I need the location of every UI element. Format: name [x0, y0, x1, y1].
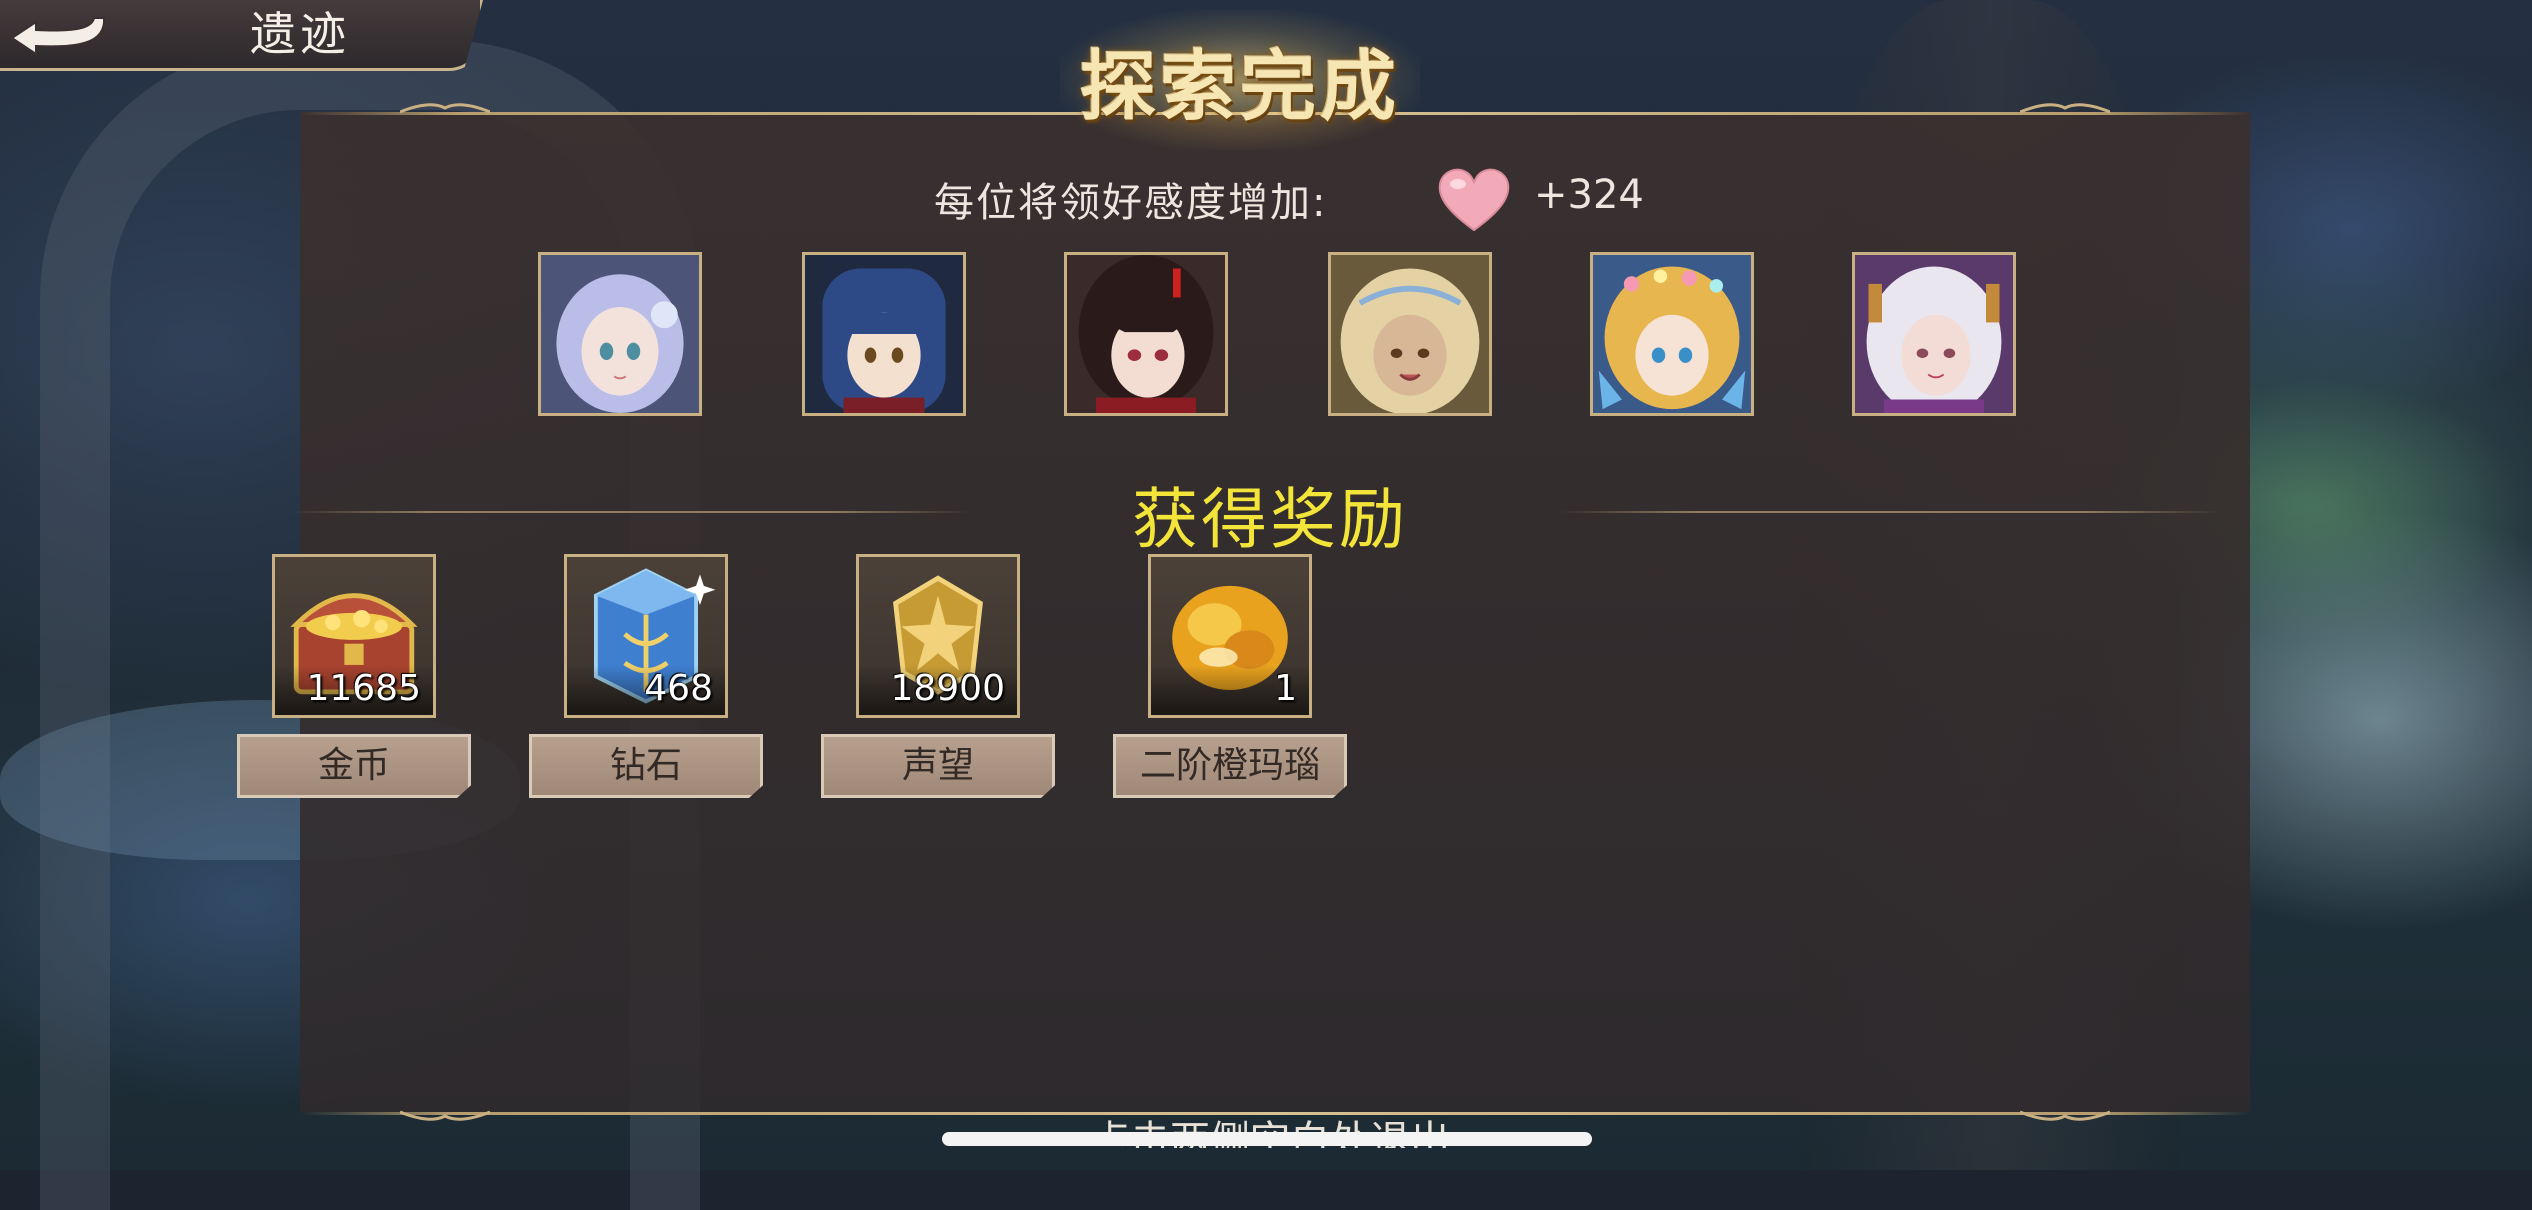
ornament-icon [2020, 1110, 2110, 1121]
favor-label: 每位将领好感度增加: [934, 180, 1328, 226]
ornament-icon [2020, 103, 2110, 114]
hero-portrait[interactable] [1328, 252, 1492, 416]
hero-portrait-icon [1067, 255, 1225, 413]
hero-portrait-icon [1331, 255, 1489, 413]
hero-portrait-icon [541, 255, 699, 413]
nav-title: 遗迹 [250, 7, 350, 61]
reward-count: 18900 [890, 668, 1005, 709]
hero-portrait-icon [1855, 255, 2013, 413]
ornament-icon [400, 103, 490, 114]
reward-label: 声望 [821, 734, 1055, 798]
reward-item-agate[interactable]: 1 [1148, 554, 1312, 718]
title-banner: 探索完成 [1040, 20, 1440, 140]
heart-icon [1438, 168, 1510, 232]
hero-portrait[interactable] [1064, 252, 1228, 416]
hero-portrait[interactable] [1590, 252, 1754, 416]
divider-left [290, 511, 970, 513]
reward-count: 468 [644, 668, 713, 709]
ornament-icon [400, 1110, 490, 1121]
back-arrow-icon [10, 17, 106, 56]
reward-label: 二阶橙玛瑙 [1113, 734, 1347, 798]
reward-item-diamond[interactable]: 468 [564, 554, 728, 718]
reward-item-gold[interactable]: 11685 [272, 554, 436, 718]
back-button[interactable] [6, 4, 116, 62]
home-indicator[interactable] [942, 1132, 1592, 1146]
page-title: 探索完成 [1080, 42, 1400, 131]
hero-portrait[interactable] [538, 252, 702, 416]
divider-right [1560, 511, 2220, 513]
hero-portrait[interactable] [802, 252, 966, 416]
hero-portrait-icon [1593, 255, 1751, 413]
rewards-title: 获得奖励 [1132, 481, 1408, 558]
hero-portrait[interactable] [1852, 252, 2016, 416]
reward-item-prestige[interactable]: 18900 [856, 554, 1020, 718]
reward-count: 1 [1274, 668, 1297, 709]
favor-value: +324 [1534, 172, 1644, 218]
reward-count: 11685 [306, 668, 421, 709]
hero-portrait-icon [805, 255, 963, 413]
reward-label: 钻石 [529, 734, 763, 798]
reward-label: 金币 [237, 734, 471, 798]
